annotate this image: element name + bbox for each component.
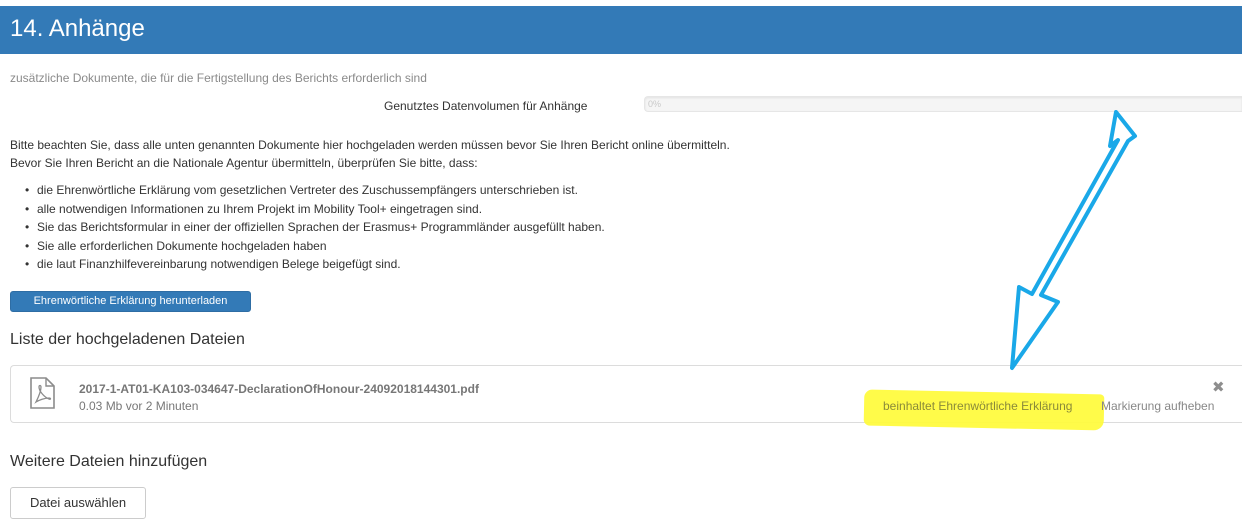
uploaded-files-heading: Liste der hochgeladenen Dateien bbox=[10, 331, 245, 348]
checklist: die Ehrenwörtliche Erklärung vom gesetzl… bbox=[25, 183, 605, 276]
data-volume-label: Genutztes Datenvolumen für Anhänge bbox=[384, 99, 588, 113]
intro-text-checklist-lead: Bevor Sie Ihren Bericht an die Nationale… bbox=[10, 156, 478, 170]
pdf-file-icon bbox=[30, 377, 55, 409]
close-icon[interactable]: ✖ bbox=[1212, 378, 1225, 396]
section-title: 14. Anhänge bbox=[10, 15, 145, 42]
file-name[interactable]: 2017-1-AT01-KA103-034647-DeclarationOfHo… bbox=[79, 382, 479, 396]
section-subtitle: zusätzliche Dokumente, die für die Ferti… bbox=[10, 71, 427, 85]
choose-file-button[interactable]: Datei auswählen bbox=[10, 487, 146, 519]
add-files-heading: Weitere Dateien hinzufügen bbox=[10, 453, 208, 470]
checklist-item: die Ehrenwörtliche Erklärung vom gesetzl… bbox=[25, 183, 605, 202]
section-header: 14. Anhänge bbox=[0, 6, 1242, 54]
checklist-item: alle notwendigen Informationen zu Ihrem … bbox=[25, 202, 605, 221]
download-declaration-button[interactable]: Ehrenwörtliche Erklärung herunterladen bbox=[10, 291, 251, 312]
file-meta: 0.03 Mb vor 2 Minuten bbox=[79, 399, 199, 413]
data-volume-percent: 0% bbox=[648, 99, 662, 109]
declaration-tag: beinhaltet Ehrenwörtliche Erklärung bbox=[883, 399, 1073, 413]
intro-text-upload-notice: Bitte beachten Sie, dass alle unten gena… bbox=[10, 138, 730, 152]
unmark-link[interactable]: Markierung aufheben bbox=[1101, 399, 1214, 413]
checklist-item: die laut Finanzhilfevereinbarung notwend… bbox=[25, 257, 605, 276]
checklist-item: Sie das Berichtsformular in einer der of… bbox=[25, 220, 605, 239]
arrow-annotation-icon bbox=[1010, 110, 1137, 370]
checklist-item: Sie alle erforderlichen Dokumente hochge… bbox=[25, 239, 605, 258]
